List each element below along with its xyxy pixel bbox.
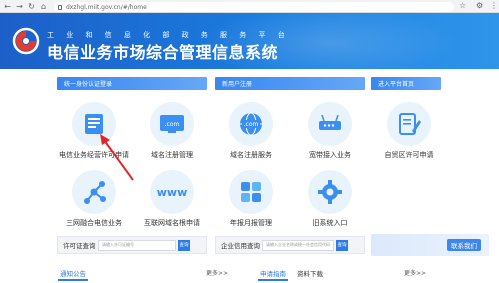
tab-application-guide[interactable]: 申请指南 [260,268,286,278]
more-guides-link[interactable]: 更多>> [404,268,426,277]
tab-downloads[interactable]: 资料下载 [297,268,323,278]
license-query-button[interactable]: 查询 [178,239,190,251]
contact-us-label[interactable]: 联系我们 [447,239,481,251]
license-query-input[interactable]: 请输入许可证编号 [98,239,176,251]
tab-notices[interactable]: 通知公告 [60,268,86,278]
active-tab-underline [58,279,88,281]
company-query-input[interactable]: 请输入企业名称或统一社会信用代码 [262,239,334,251]
company-query-button[interactable]: 查询 [336,239,348,251]
active-tab-underline-2 [258,279,288,281]
company-credit-query-box: 企业信用查询 请输入企业名称或统一社会信用代码 查询 [215,236,365,254]
more-notices-link[interactable]: 更多>> [206,268,228,277]
license-query-box: 许可证查询 请输入许可证编号 查询 [57,236,207,254]
license-query-label: 许可证查询 [63,242,96,250]
company-query-label: 企业信用查询 [221,242,260,250]
contact-us-banner[interactable]: 联系我们 [371,234,489,256]
